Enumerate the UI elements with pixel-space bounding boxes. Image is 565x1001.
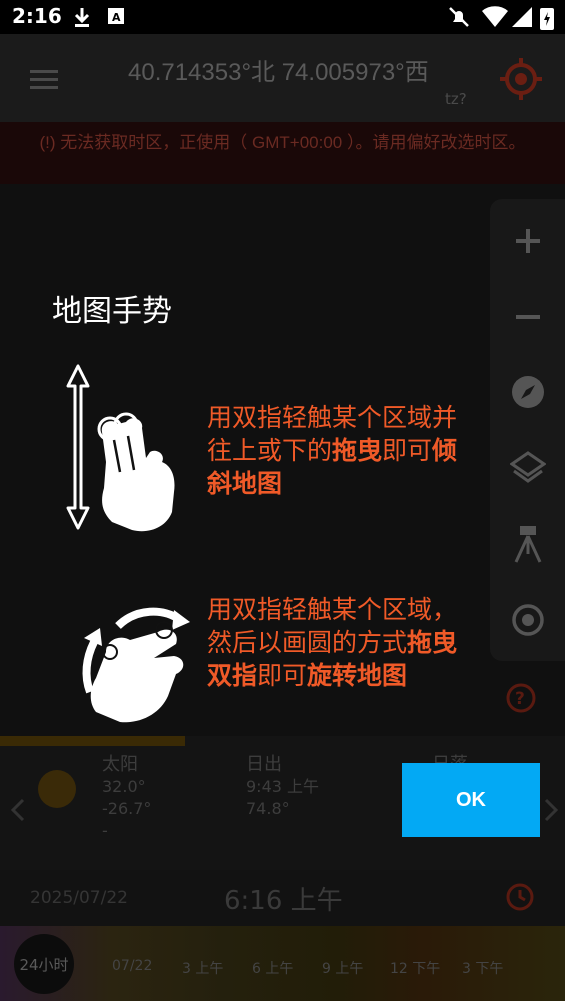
- tripod-icon[interactable]: [508, 524, 548, 564]
- sun-info[interactable]: 太阳 32.0° -26.7° -: [102, 754, 151, 842]
- map-toolbar: [490, 199, 565, 661]
- timezone-warning[interactable]: (!) 无法获取时区，正使用（ GMT+00:00 ）。请用偏好改选时区。: [0, 122, 565, 184]
- layers-icon[interactable]: [508, 448, 548, 488]
- sun-altitude: 32.0°: [102, 777, 146, 796]
- zoom-in-icon[interactable]: [508, 221, 548, 261]
- chevron-right-icon[interactable]: [543, 798, 559, 822]
- location-target-icon[interactable]: [500, 58, 542, 100]
- a-keyboard-icon: A: [108, 8, 124, 24]
- coordinates-label: 40.714353°北 74.005973°西: [128, 59, 429, 86]
- date-label[interactable]: 2025/07/22: [30, 888, 128, 908]
- sunrise-info[interactable]: 日出 9:43 上午 74.8°: [246, 754, 319, 820]
- timeline-label: 07/22: [112, 958, 153, 974]
- top-bar: 40.714353°北 74.005973°西 tz?: [0, 34, 565, 122]
- timeline-label: 12 下午: [390, 961, 441, 977]
- help-icon[interactable]: ?: [505, 682, 537, 714]
- clock-icon[interactable]: [505, 882, 535, 912]
- timezone-hint: tz?: [445, 90, 467, 108]
- day-progress-strip: [0, 736, 185, 746]
- timeline-label: 6 上午: [252, 961, 294, 977]
- timeline-label: 3 上午: [182, 961, 224, 977]
- zoom-out-icon[interactable]: [508, 297, 548, 337]
- hamburger-menu-icon[interactable]: [30, 70, 58, 90]
- download-icon: [74, 8, 90, 27]
- current-time-label[interactable]: 6:16 上午: [224, 880, 343, 917]
- sunrise-time: 9:43 上午: [246, 777, 320, 796]
- date-row: 2025/07/22 6:16 上午: [0, 870, 565, 926]
- map-area[interactable]: [0, 184, 565, 736]
- sunrise-azimuth: 74.8°: [246, 799, 290, 818]
- wifi-icon: [482, 6, 508, 28]
- timeline-label: 9 上午: [322, 961, 364, 977]
- mute-bell-icon: [449, 7, 469, 27]
- app-background: 40.714353°北 74.005973°西 tz? (!) 无法获取时区，正…: [0, 34, 565, 1001]
- battery-charging-icon: [540, 8, 554, 30]
- status-bar: 2:16 A: [0, 0, 565, 34]
- svg-text:?: ?: [515, 689, 525, 709]
- sun-title: 太阳: [102, 754, 138, 775]
- sun-icon: [38, 770, 76, 808]
- chevron-left-icon[interactable]: [10, 798, 26, 822]
- ok-button[interactable]: OK: [402, 763, 540, 837]
- compass-icon[interactable]: [508, 372, 548, 412]
- svg-text:A: A: [112, 11, 121, 24]
- sun-extra: -: [102, 821, 108, 840]
- signal-icon: [512, 7, 532, 27]
- timeline-label: 3 下午: [462, 961, 504, 977]
- timeline-24h-badge[interactable]: 24小时: [14, 934, 74, 994]
- gps-target-icon[interactable]: [508, 600, 548, 640]
- sun-azimuth: -26.7°: [102, 799, 152, 818]
- sunrise-title: 日出: [246, 754, 282, 775]
- timeline[interactable]: 24小时 07/22 3 上午 6 上午 9 上午 12 下午 3 下午: [0, 926, 565, 1001]
- status-time: 2:16: [12, 4, 62, 28]
